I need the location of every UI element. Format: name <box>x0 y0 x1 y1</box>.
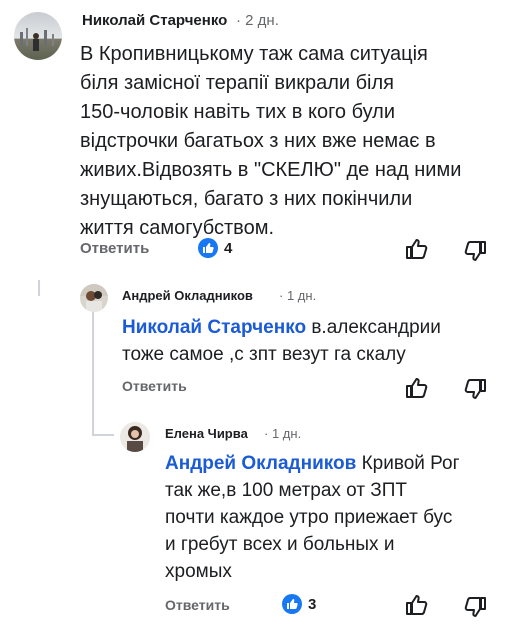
comment-text: В Кропивницькому таж сама ситуація біля … <box>80 40 500 243</box>
user-photo-icon <box>80 284 108 312</box>
text-fragment: в.александрии <box>306 317 441 338</box>
comment-author[interactable]: Елена Чирва <box>165 426 248 441</box>
text-line: біля замісної терапії викрали біля <box>80 72 395 94</box>
thumbs-up-icon[interactable] <box>404 236 430 262</box>
text-line: живих.Відвозять в "СКЕЛЮ" де над ними <box>80 159 462 181</box>
mention-link[interactable]: Николай Старченко <box>122 317 306 338</box>
text-line: почти каждое утро приежает бус <box>165 507 453 528</box>
comment-author[interactable]: Андрей Окладников <box>122 288 253 303</box>
user-photo-icon <box>127 426 143 452</box>
text-line: відстрочки багатьох з них вже немає в <box>80 130 436 152</box>
separator: · <box>236 12 241 29</box>
like-badge-icon[interactable] <box>282 594 302 614</box>
thumbs-down-icon[interactable] <box>462 376 488 402</box>
thread-line <box>38 280 40 296</box>
comment-text: Николай Старченко в.александрии тоже сам… <box>122 314 502 368</box>
text-line: тоже самое ,с зпт везут га скалу <box>122 344 406 365</box>
thread-line <box>92 434 114 436</box>
text-line: и гребут всех и больных и <box>165 534 395 555</box>
reply-button[interactable]: Ответить <box>122 378 187 394</box>
comment-time[interactable]: 2 дн. <box>245 12 279 29</box>
reply-button[interactable]: Ответить <box>80 240 149 257</box>
text-line: В Кропивницькому таж сама ситуація <box>80 43 428 65</box>
text-fragment: Кривой Рог <box>356 453 460 474</box>
text-line: так же,в 100 метрах от ЗПТ <box>165 480 408 501</box>
comment-author[interactable]: Николай Старченко <box>82 12 227 29</box>
separator: · <box>264 426 269 441</box>
text-line: життя самогубством. <box>80 217 274 239</box>
comment-meta: · 1 дн. <box>279 288 316 303</box>
text-line: хромых <box>165 561 232 582</box>
like-count: 3 <box>308 596 317 613</box>
text-line: Николай Старченко в.александрии <box>122 314 502 341</box>
comment-time[interactable]: 1 дн. <box>287 288 316 303</box>
reply-button[interactable]: Ответить <box>165 597 230 613</box>
thread-line <box>92 312 94 436</box>
text-line: Андрей Окладников Кривой Рог <box>165 450 505 477</box>
comment-meta: · 1 дн. <box>264 426 301 441</box>
comment-text: Андрей Окладников Кривой Рог так же,в 10… <box>165 450 505 585</box>
like-count: 4 <box>224 240 233 257</box>
avatar[interactable] <box>120 422 150 452</box>
comment-meta: · 2 дн. <box>236 12 279 29</box>
avatar[interactable] <box>80 284 108 312</box>
user-photo-icon <box>20 28 54 51</box>
text-line: знущаються, багато з них покінчили <box>80 188 413 210</box>
comment-time[interactable]: 1 дн. <box>272 426 301 441</box>
avatar[interactable] <box>14 12 62 60</box>
separator: · <box>279 288 284 303</box>
thumbs-up-icon[interactable] <box>404 592 430 618</box>
mention-link[interactable]: Андрей Окладников <box>165 453 356 474</box>
thumbs-down-icon[interactable] <box>462 594 488 620</box>
text-line: 150-чоловік навіть тих в кого були <box>80 101 396 123</box>
like-badge-icon[interactable] <box>198 238 218 258</box>
thumbs-down-icon[interactable] <box>462 238 488 264</box>
thumbs-up-icon[interactable] <box>404 375 430 401</box>
